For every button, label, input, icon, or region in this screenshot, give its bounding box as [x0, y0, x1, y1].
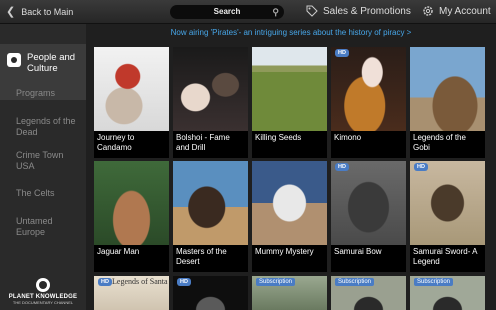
program-tile[interactable]: Killing Seeds	[252, 47, 327, 158]
program-tile[interactable]: HD Kimono	[331, 47, 406, 158]
search-label: Search	[213, 7, 241, 16]
program-title: Kimono	[331, 131, 406, 158]
program-thumbnail	[94, 161, 169, 245]
account-label: My Account	[439, 5, 491, 17]
sidebar: People and Culture Programs Legends of t…	[0, 24, 86, 310]
sidebar-item-programs[interactable]: Programs	[16, 88, 82, 99]
now-airing-banner[interactable]: Now airing 'Pirates'- an intriguing seri…	[86, 28, 496, 37]
program-tile[interactable]: Subscription	[252, 276, 327, 310]
subscription-badge: Subscription	[414, 278, 454, 286]
back-to-main-button[interactable]: ❮ Back to Main	[6, 5, 73, 18]
program-thumbnail	[331, 161, 406, 245]
sidebar-active-label: People and Culture	[27, 52, 76, 74]
gear-icon	[423, 6, 433, 16]
program-title: Mummy Mystery	[252, 245, 327, 272]
program-title: Journey to Candamo	[94, 131, 169, 158]
program-title: Jaguar Man	[94, 245, 169, 272]
sales-label: Sales & Promotions	[323, 5, 411, 17]
hd-badge: HD	[414, 163, 428, 171]
sidebar-item-crime-town-usa[interactable]: Crime Town USA	[16, 150, 82, 171]
program-tile[interactable]: HD Samurai Sword- A Legend	[410, 161, 485, 272]
tag-icon	[306, 5, 318, 17]
program-thumbnail	[173, 161, 248, 245]
sidebar-item-the-celts[interactable]: The Celts	[16, 188, 82, 199]
program-tile[interactable]: Legends of Santa HD	[94, 276, 169, 310]
program-tile[interactable]: Legends of the Gobi	[410, 47, 485, 158]
subscription-badge: Subscription	[256, 278, 296, 286]
logo-tagline: THE DOCUMENTARY CHANNEL	[12, 300, 74, 305]
program-title: Masters of the Desert	[173, 245, 248, 272]
program-tile[interactable]: Subscription	[410, 276, 485, 310]
sidebar-item-untamed-europe[interactable]: Untamed Europe	[16, 216, 82, 237]
search-field[interactable]: Search ⚲	[170, 5, 284, 19]
program-tile[interactable]: Subscription	[331, 276, 406, 310]
program-tile[interactable]: Jaguar Man	[94, 161, 169, 272]
program-thumbnail	[410, 47, 485, 131]
thumbnail-art-text: Legends of Santa	[112, 277, 168, 286]
program-tile[interactable]: HD	[173, 276, 248, 310]
program-tile[interactable]: HD Samurai Bow	[331, 161, 406, 272]
planet-logo-icon	[36, 278, 50, 292]
subscription-badge: Subscription	[335, 278, 375, 286]
program-tile[interactable]: Bolshoi - Fame and Drill	[173, 47, 248, 158]
program-thumbnail	[331, 47, 406, 131]
program-thumbnail	[94, 47, 169, 131]
content-area: Now airing 'Pirates'- an intriguing seri…	[86, 24, 496, 310]
program-title: Killing Seeds	[252, 131, 327, 158]
program-thumbnail	[173, 47, 248, 131]
sidebar-item-legends-of-the-dead[interactable]: Legends of the Dead	[16, 116, 82, 137]
program-thumbnail	[252, 47, 327, 131]
back-label: Back to Main	[21, 6, 74, 17]
program-title: Legends of the Gobi	[410, 131, 485, 158]
chevron-left-icon: ❮	[6, 6, 16, 18]
program-tile[interactable]: Journey to Candamo	[94, 47, 169, 158]
program-thumbnail	[410, 161, 485, 245]
top-bar: ❮ Back to Main Search ⚲ Sales & Promotio…	[0, 0, 496, 24]
hd-badge: HD	[98, 278, 112, 286]
program-thumbnail	[252, 161, 327, 245]
planet-knowledge-logo: PLANET KNOWLEDGE THE DOCUMENTARY CHANNEL	[0, 278, 86, 305]
hd-badge: HD	[335, 49, 349, 57]
program-title: Bolshoi - Fame and Drill	[173, 131, 248, 158]
sales-promotions-button[interactable]: Sales & Promotions	[306, 5, 411, 17]
program-tile[interactable]: Masters of the Desert	[173, 161, 248, 272]
program-title: Samurai Sword- A Legend	[410, 245, 485, 272]
category-icon	[7, 53, 21, 67]
hd-badge: HD	[177, 278, 191, 286]
hd-badge: HD	[335, 163, 349, 171]
program-title: Samurai Bow	[331, 245, 406, 272]
search-icon: ⚲	[272, 7, 279, 17]
my-account-button[interactable]: My Account	[422, 5, 491, 17]
program-tile[interactable]: Mummy Mystery	[252, 161, 327, 272]
